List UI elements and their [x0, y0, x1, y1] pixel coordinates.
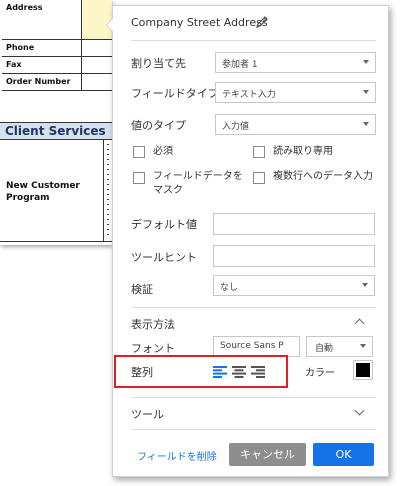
order-number-field[interactable] [82, 74, 112, 90]
assign-to-value: 参加者 1 [222, 60, 258, 70]
value-type-label: 値のタイプ [131, 119, 186, 132]
separator [131, 429, 376, 430]
assign-to-select[interactable]: 参加者 1 [215, 52, 376, 73]
font-size-select[interactable]: 自動 [306, 336, 373, 357]
panel-pointer [106, 18, 113, 32]
chevron-down-icon[interactable] [354, 405, 365, 416]
fax-row: Fax [2, 57, 112, 74]
column-divider [103, 140, 104, 242]
value-type-value: 入力値 [222, 122, 250, 132]
separator [131, 397, 376, 398]
address-label: Address [2, 0, 82, 39]
multiline-checkbox[interactable] [253, 172, 265, 184]
color-swatch[interactable] [353, 360, 373, 380]
fax-field[interactable] [82, 57, 112, 73]
phone-row: Phone [2, 40, 112, 57]
phone-field[interactable] [82, 40, 112, 56]
program-label: New Customer Program [6, 181, 80, 203]
separator [131, 307, 376, 308]
required-checkbox[interactable] [133, 146, 145, 158]
caret-down-icon [363, 60, 369, 64]
order-number-label: Order Number [2, 74, 82, 90]
delete-field-link[interactable]: フィールドを削除 [137, 448, 217, 463]
assign-to-label: 割り当て先 [131, 57, 186, 70]
pencil-icon[interactable] [255, 15, 269, 29]
read-only-label: 読み取り専用 [273, 146, 333, 157]
default-value-label: デフォルト値 [131, 218, 197, 231]
validation-select[interactable]: なし [213, 275, 375, 296]
field-type-select[interactable]: テキスト入力 [215, 82, 376, 103]
align-right-icon[interactable] [251, 366, 265, 378]
validation-label: 検証 [131, 283, 153, 296]
phone-label: Phone [2, 40, 82, 56]
caret-down-icon [363, 122, 369, 126]
form-document: Address Phone Fax Order Number Client Se… [0, 0, 112, 245]
align-left-icon[interactable] [213, 366, 227, 378]
multiline-label: 複数行へのデータ入力 [273, 171, 373, 182]
caret-down-icon [363, 90, 369, 94]
color-label: カラー [305, 368, 335, 379]
order-number-row: Order Number [2, 74, 112, 91]
separator [131, 40, 376, 41]
ok-button[interactable]: OK [313, 443, 374, 466]
cancel-button[interactable]: キャンセル [229, 443, 306, 466]
value-type-select[interactable]: 入力値 [215, 114, 376, 135]
address-row: Address [2, 0, 112, 40]
default-value-input[interactable] [213, 213, 375, 235]
field-type-value: テキスト入力 [222, 90, 276, 100]
alignment-label: 整列 [131, 366, 153, 379]
font-select[interactable]: Source Sans P [213, 336, 300, 357]
chevron-up-icon[interactable] [354, 318, 365, 329]
dotted-field-border [107, 144, 109, 238]
document-spacer [0, 92, 112, 120]
program-row: New Customer Program [0, 140, 112, 242]
caret-down-icon [360, 344, 366, 348]
stage: Address Phone Fax Order Number Client Se… [0, 0, 400, 486]
mask-data-label: フィールドデータをマスク [153, 171, 243, 196]
mask-data-checkbox[interactable] [133, 172, 145, 184]
caret-down-icon [362, 283, 368, 287]
tooltip-input[interactable] [213, 245, 375, 267]
display-section-header[interactable]: 表示方法 [131, 316, 175, 332]
field-properties-panel: Company Street Address 割り当て先 参加者 1 フィールド… [106, 5, 389, 477]
tools-section-header[interactable]: ツール [131, 406, 164, 422]
font-value: Source Sans P [220, 341, 284, 351]
field-name-title: Company Street Address [131, 16, 268, 29]
validation-value: なし [220, 283, 239, 293]
required-label: 必須 [153, 146, 173, 157]
form-grid: Address Phone Fax Order Number [2, 0, 112, 91]
fax-label: Fax [2, 57, 82, 73]
font-label: フォント [131, 342, 175, 355]
align-center-icon[interactable] [232, 366, 246, 378]
field-type-label: フィールドタイプ [131, 87, 219, 100]
font-size-value: 自動 [315, 344, 334, 354]
section-title: Client Services [0, 122, 112, 140]
read-only-checkbox[interactable] [253, 146, 265, 158]
tooltip-label: ツールヒント [131, 251, 197, 264]
color-swatch-fill [356, 363, 370, 377]
